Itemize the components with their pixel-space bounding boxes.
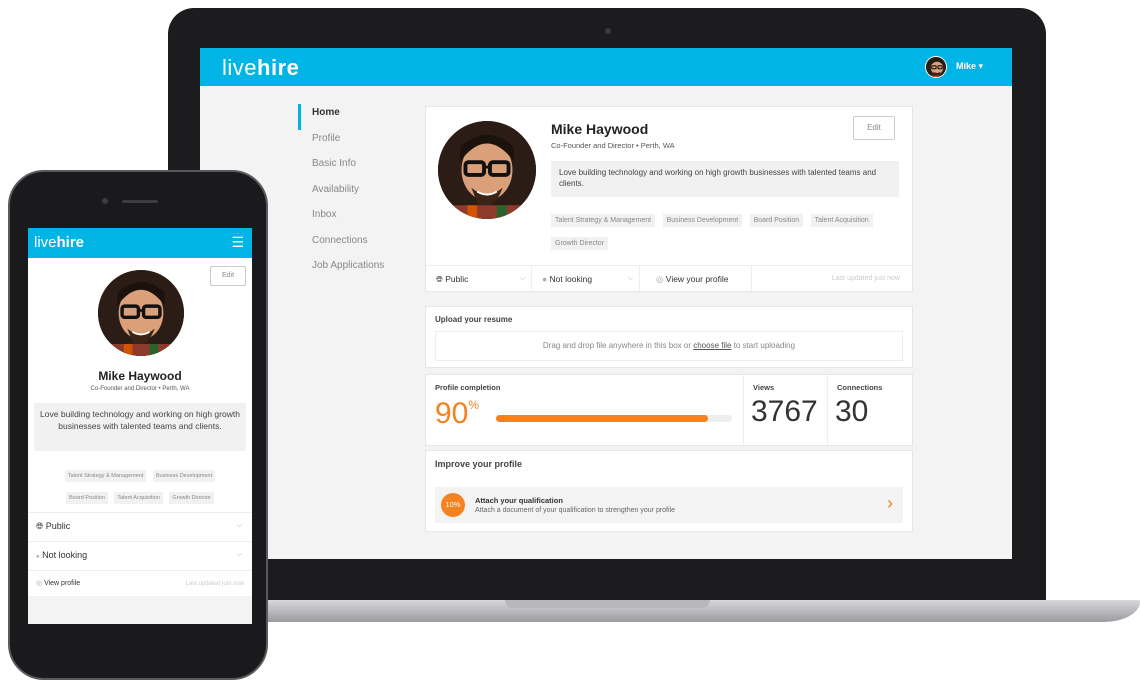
mobile-logo[interactable]: livehire [34,234,84,251]
profile-photo [438,121,536,219]
skill-tag[interactable]: Business Development [152,470,216,482]
eye-icon: ◎ [36,580,43,587]
views-count: 3767 [751,395,818,428]
avatar-photo-icon [926,57,946,77]
chevron-right-icon: › [887,493,893,513]
profile-card: Mike Haywood Co-Founder and Director • P… [425,106,913,293]
phone-camera-icon [102,198,108,204]
hamburger-menu-icon[interactable]: ☰ [231,235,244,249]
connections-stat: Connections 30 [828,375,912,445]
last-updated-text: Last updated just now [831,275,900,282]
user-avatar[interactable] [925,56,947,78]
completion-percent: 90% [435,397,480,430]
view-profile-link[interactable]: ◎ View your profile [640,266,752,293]
phone-speaker [122,200,158,203]
mobile-profile-photo [98,270,184,356]
upload-title: Upload your resume [435,315,513,324]
chevron-down-icon: ⌵ [627,275,633,282]
nav-item-profile[interactable]: Profile [298,130,418,156]
skill-tag[interactable]: Talent Strategy & Management [551,214,656,227]
skill-tag[interactable]: Growth Director [169,492,214,504]
laptop-notch [505,600,710,608]
nav-item-availability[interactable]: Availability [298,181,418,207]
connections-count: 30 [835,395,869,428]
skill-tag[interactable]: Board Position [749,214,804,227]
skill-tag[interactable]: Talent Acquisition [114,492,163,504]
mobile-view-profile-link[interactable]: ◎ View profile Last updated just now [28,570,252,596]
profile-photo-icon [98,270,184,356]
mobile-edit-button[interactable]: Edit [210,266,246,286]
skill-tag[interactable]: Talent Strategy & Management [64,470,147,482]
profile-name: Mike Haywood [551,121,649,137]
sidebar-nav: Home Profile Basic Info Availability Inb… [298,104,418,283]
skill-tags: Talent Strategy & Management Business De… [551,209,891,255]
choose-file-link[interactable]: choose file [693,341,731,350]
completion-progress-fill [496,415,709,422]
mobile-visibility-select[interactable]: 🌐︎ Public ⌵ [28,512,252,538]
improve-profile-card: Improve your profile 10% Attach your qua… [425,450,913,532]
globe-icon: 🌐︎ [36,521,44,531]
profile-bio: Love building technology and working on … [551,161,899,197]
improve-title: Improve your profile [435,459,523,469]
laptop-bezel [200,559,1012,587]
mobile-profile-bio: Love building technology and working on … [34,403,246,451]
status-dot-icon: ● [542,274,548,284]
improve-item-title: Attach your qualification [475,496,563,505]
visibility-select[interactable]: 🌐︎ Public ⌵ [426,266,532,293]
improve-item-subtitle: Attach a document of your qualification … [475,507,676,514]
resume-upload-card: Upload your resume Drag and drop file an… [425,306,913,368]
nav-item-inbox[interactable]: Inbox [298,206,418,232]
nav-item-job-applications[interactable]: Job Applications [298,257,418,283]
completion-progress-bar [496,415,732,422]
views-stat: Views 3767 [744,375,828,445]
mobile-app: livehire ☰ Edit Mike Haywood Co-Founder … [28,228,252,624]
chevron-down-icon: ⌵ [236,551,242,558]
skill-tag[interactable]: Growth Director [551,237,609,250]
status-bar: 🌐︎ Public ⌵ ● Not looking ⌵ ◎ View your … [426,265,912,293]
completion-label: Profile completion [435,383,501,392]
nav-item-basic-info[interactable]: Basic Info [298,155,418,181]
connections-label: Connections [837,383,883,392]
skill-tag[interactable]: Talent Acquisition [810,214,873,227]
resume-dropzone[interactable]: Drag and drop file anywhere in this box … [435,331,903,361]
edit-profile-button[interactable]: Edit [853,116,895,140]
mobile-header: livehire ☰ [28,228,252,258]
chevron-down-icon: ▾ [978,61,984,71]
chevron-down-icon: ⌵ [519,275,525,282]
camera-icon [605,28,611,34]
chevron-down-icon: ⌵ [236,522,242,529]
stats-card: Profile completion 90% Views 3767 Connec… [425,374,913,446]
mobile-skill-tags: Talent Strategy & Management Business De… [42,464,238,508]
logo[interactable]: livehire [222,55,299,81]
profile-photo-icon [438,121,536,219]
globe-icon: 🌐︎ [436,274,443,284]
top-header: livehire Mike ▾ [200,48,1012,86]
user-menu[interactable]: Mike ▾ [956,61,983,72]
skill-tag[interactable]: Board Position [66,492,108,504]
mobile-last-updated: Last updated just now [185,581,244,587]
mobile-profile-name: Mike Haywood [98,369,182,383]
profile-role: Co-Founder and Director • Perth, WA [551,141,675,150]
desktop-app: livehire Mike ▾ Home Profile Basic Info … [200,48,1012,559]
mobile-availability-select[interactable]: ● Not looking ⌵ [28,541,252,567]
nav-item-connections[interactable]: Connections [298,232,418,258]
improve-item-qualification[interactable]: 10% Attach your qualification Attach a d… [435,487,903,523]
nav-item-home[interactable]: Home [298,104,418,130]
status-dot-icon: ● [36,554,40,560]
mobile-profile-role: Co-Founder and Director • Perth, WA [90,386,190,392]
views-label: Views [753,383,775,392]
skill-tag[interactable]: Business Development [662,214,743,227]
availability-select[interactable]: ● Not looking ⌵ [532,266,640,293]
percent-badge: 10% [441,493,465,517]
profile-completion: Profile completion 90% [426,375,744,445]
eye-icon: ◎ [656,274,664,284]
